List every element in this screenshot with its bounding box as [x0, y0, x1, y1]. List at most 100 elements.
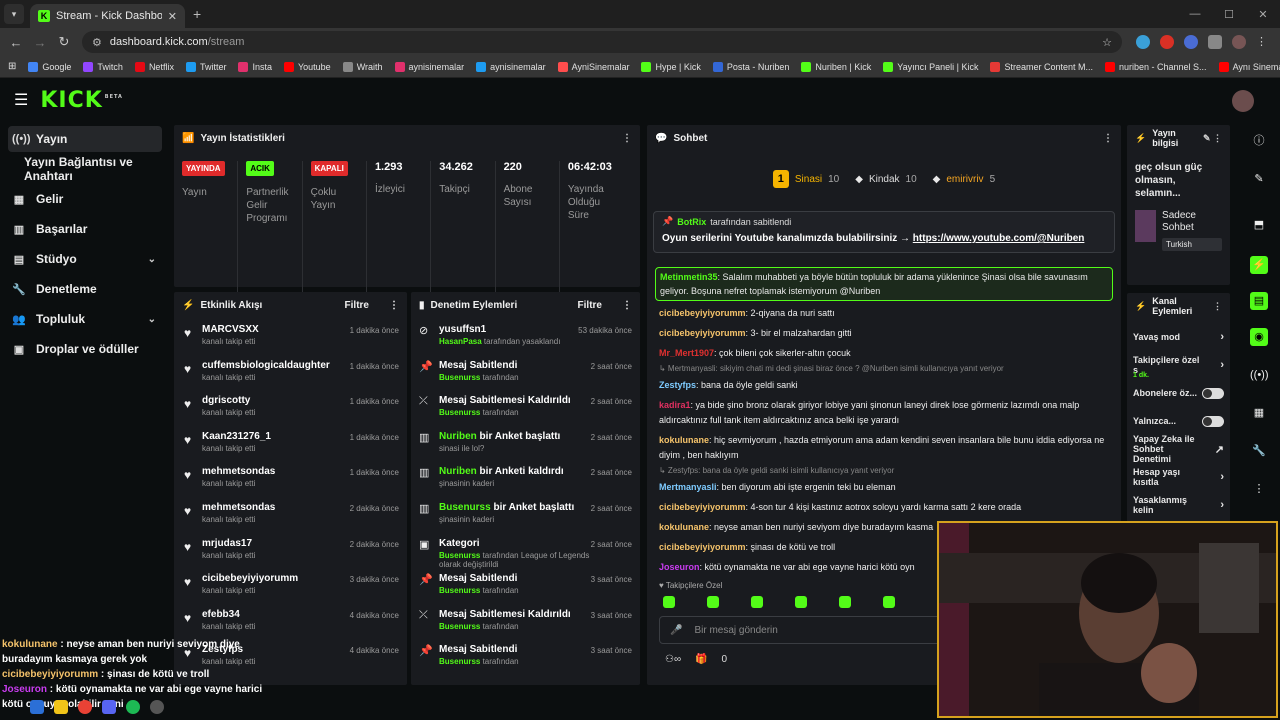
wrench-icon[interactable]: 🔧: [1250, 442, 1268, 460]
event-username[interactable]: efebb34: [202, 609, 350, 620]
new-tab-button[interactable]: +: [193, 6, 201, 22]
chevron-right-icon[interactable]: ›: [1220, 499, 1224, 511]
mod-actor[interactable]: HasanPasa: [439, 337, 482, 346]
mod-actor[interactable]: Busenurss: [439, 657, 480, 666]
chat-username[interactable]: cicibebeyiyiyorumm: [659, 308, 746, 318]
channel-action-row[interactable]: Takipçilere özel s1 dk. ›: [1127, 355, 1230, 379]
channel-action-row[interactable]: Yavaş mod ›: [1127, 327, 1230, 347]
bookmark-item[interactable]: aynisinemalar: [476, 61, 546, 72]
event-row[interactable]: ♥ efebb34 kanalı takip etti 4 dakika önce: [174, 603, 407, 639]
sidebar-item[interactable]: ▦ Gelir: [8, 186, 162, 212]
chevron-down-icon[interactable]: ⌄: [148, 254, 156, 265]
mod-actor[interactable]: Busenurss: [439, 408, 480, 417]
mod-action-row[interactable]: ▣ Kategori Busenurss tarafından League of …: [411, 532, 640, 569]
chevron-right-icon[interactable]: ›: [1220, 331, 1224, 343]
chat-username[interactable]: Mr_Mert1907: [659, 348, 714, 358]
mod-actor[interactable]: Busenurss: [439, 622, 480, 631]
event-username[interactable]: MARCVSXX: [202, 324, 350, 335]
bookmark-item[interactable]: Insta: [238, 61, 272, 72]
more-options-icon[interactable]: ⋮: [1103, 133, 1113, 144]
event-row[interactable]: ♥ Kaan231276_1 kanalı takip etti 1 dakika ö…: [174, 425, 407, 461]
reload-icon[interactable]: ↻: [52, 34, 76, 50]
emote-icon[interactable]: [883, 596, 895, 608]
event-row[interactable]: ♥ cicibebeyiyiyorumm kanalı takip etti 3 da…: [174, 567, 407, 603]
taskbar-app-icon[interactable]: [54, 700, 68, 714]
event-username[interactable]: mehmetsondas: [202, 466, 350, 477]
mod-icon[interactable]: ⬒: [1250, 216, 1268, 234]
mod-actor[interactable]: Nuriben: [439, 431, 477, 442]
chevron-right-icon[interactable]: ›: [1220, 359, 1224, 371]
chat-username[interactable]: Zestyfps: [659, 380, 696, 390]
pinned-link[interactable]: https://www.youtube.com/@Nuriben: [913, 233, 1085, 244]
chat-username[interactable]: Metinmetin35: [660, 272, 718, 282]
channel-action-row[interactable]: Abonelere öz...: [1127, 383, 1230, 403]
bookmark-item[interactable]: Streamer Content M...: [990, 61, 1093, 72]
more-options-icon[interactable]: ⋮: [622, 133, 632, 144]
tab-search-button[interactable]: ▾: [4, 4, 24, 24]
chat-username[interactable]: Mertmanyasli: [659, 482, 717, 492]
profile-icon[interactable]: [1232, 35, 1246, 49]
emote-icon[interactable]: [795, 596, 807, 608]
broadcast-icon[interactable]: ((•)): [1250, 366, 1269, 384]
event-username[interactable]: mehmetsondas: [202, 502, 350, 513]
mic-icon[interactable]: 🎤: [670, 625, 682, 636]
mod-action-row[interactable]: ▥ Busenurss bir Anket başlattı şinasinin k…: [411, 496, 640, 532]
extension-icon[interactable]: [1136, 35, 1150, 49]
mod-actor[interactable]: Nuriben: [439, 466, 477, 477]
channel-action-row[interactable]: Hesap yaşı kısıtla ›: [1127, 467, 1230, 487]
pinned-message[interactable]: 📌 BotRix tarafından sabitlendi Oyun serile…: [653, 211, 1115, 253]
channel-action-row[interactable]: Yasaklanmış kelin ›: [1127, 495, 1230, 515]
minimize-icon[interactable]: —: [1178, 8, 1212, 20]
chat-username[interactable]: cicibebeyiyiyorumm: [659, 502, 746, 512]
mod-action-row[interactable]: ▥ Nuriben bir Anketi kaldırdı şinasinin ka…: [411, 460, 640, 496]
event-row[interactable]: ♥ dgriscotty kanalı takip etti 1 dakika önc…: [174, 389, 407, 425]
forward-icon[interactable]: →: [28, 35, 52, 50]
channel-action-row[interactable]: Yalnızca...: [1127, 411, 1230, 431]
bookmark-item[interactable]: nuriben - Channel S...: [1105, 61, 1207, 72]
chat-users-icon[interactable]: ⚇∞: [665, 654, 681, 665]
chat-username[interactable]: cicibebeyiyiyorumm: [659, 542, 746, 552]
channel-action-row[interactable]: Yapay Zeka ile Sohbet Denetimi ↗: [1127, 434, 1230, 464]
mod-action-row[interactable]: ⊘ yusuffsn1 HasanPasa tarafından yasakland…: [411, 318, 640, 354]
spotify-icon[interactable]: [126, 700, 140, 714]
sidebar-item[interactable]: ▣ Droplar ve ödüller: [8, 336, 162, 362]
mod-actor[interactable]: Busenurss: [439, 586, 480, 595]
browser-tab[interactable]: K Stream - Kick Dashboard ✕: [30, 4, 185, 28]
filter-button[interactable]: Filtre: [578, 300, 602, 311]
bookmark-item[interactable]: Twitter: [185, 61, 226, 72]
chat-username[interactable]: Joseuron: [659, 562, 700, 572]
bookmark-item[interactable]: Netflix: [134, 61, 174, 72]
sidebar-item[interactable]: 🔧 Denetleme: [8, 276, 162, 302]
avatar[interactable]: [1232, 90, 1254, 112]
bookmark-item[interactable]: Nuriben | Kick: [801, 61, 871, 72]
mod-actor[interactable]: Busenurss: [439, 373, 480, 382]
event-username[interactable]: dgriscotty: [202, 395, 350, 406]
extension-icon[interactable]: [1184, 35, 1198, 49]
chat-username[interactable]: kokulunane: [659, 435, 709, 445]
chevron-right-icon[interactable]: ›: [1220, 471, 1224, 483]
event-row[interactable]: ♥ mrjudas17 kanalı takip etti 2 dakika önce: [174, 532, 407, 568]
discord-icon[interactable]: [102, 700, 116, 714]
list-icon[interactable]: ▤: [1250, 292, 1268, 310]
bookmark-item[interactable]: AyniSinemalar: [557, 61, 629, 72]
chat-icon[interactable]: ◉: [1250, 328, 1268, 346]
bookmark-item[interactable]: Hype | Kick: [641, 61, 701, 72]
kick-logo[interactable]: KICK BETA: [40, 88, 123, 113]
external-link-icon[interactable]: ↗: [1215, 443, 1224, 456]
event-row[interactable]: ♥ cuffemsbiologicaldaughter kanalı takip e…: [174, 354, 407, 390]
more-options-icon[interactable]: ⋮: [389, 300, 399, 311]
info-icon[interactable]: ⓘ: [1250, 132, 1268, 150]
bookmark-item[interactable]: Google: [28, 61, 71, 72]
bookmark-item[interactable]: Youtube: [283, 61, 331, 72]
layout-icon[interactable]: ▦: [1250, 404, 1268, 422]
toggle-switch[interactable]: [1202, 387, 1224, 399]
gift-icon[interactable]: 🎁: [695, 654, 707, 665]
maximize-icon[interactable]: ☐: [1212, 8, 1246, 21]
back-icon[interactable]: ←: [4, 35, 28, 50]
extensions-puzzle-icon[interactable]: [1208, 35, 1222, 49]
category-thumbnail[interactable]: [1135, 210, 1157, 242]
chevron-down-icon[interactable]: ⌄: [148, 314, 156, 325]
more-options-icon[interactable]: ⋮: [622, 300, 632, 311]
mod-action-row[interactable]: 📌 Mesaj Sabitlendi Busenurss tarafından 2 s…: [411, 354, 640, 390]
bookmark-item[interactable]: aynisinemalar: [394, 61, 464, 72]
